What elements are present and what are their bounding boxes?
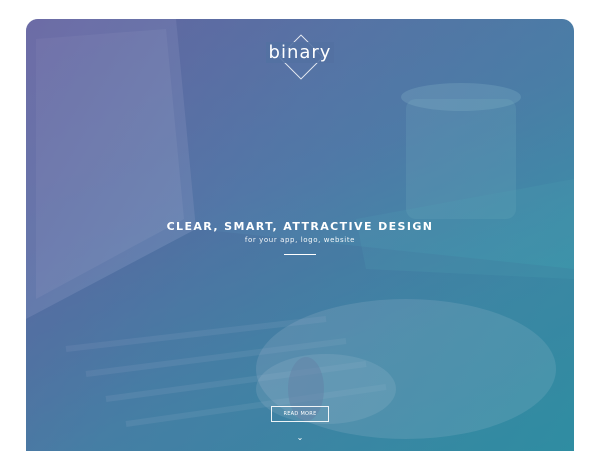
- hero-headline: CLEAR, SMART, ATTRACTIVE DESIGN: [166, 220, 434, 233]
- brand-logo[interactable]: binary: [255, 33, 345, 91]
- hero-subheadline: for your app, logo, website: [244, 236, 356, 244]
- hero-section: binary CLEAR, SMART, ATTRACTIVE DESIGN f…: [26, 19, 574, 451]
- logo-wordmark: binary: [255, 42, 345, 63]
- chevron-down-icon[interactable]: ⌄: [297, 433, 304, 442]
- hero-text-block: CLEAR, SMART, ATTRACTIVE DESIGN for your…: [26, 220, 574, 255]
- divider-line: [284, 254, 316, 255]
- read-more-button[interactable]: READ MORE: [271, 406, 329, 422]
